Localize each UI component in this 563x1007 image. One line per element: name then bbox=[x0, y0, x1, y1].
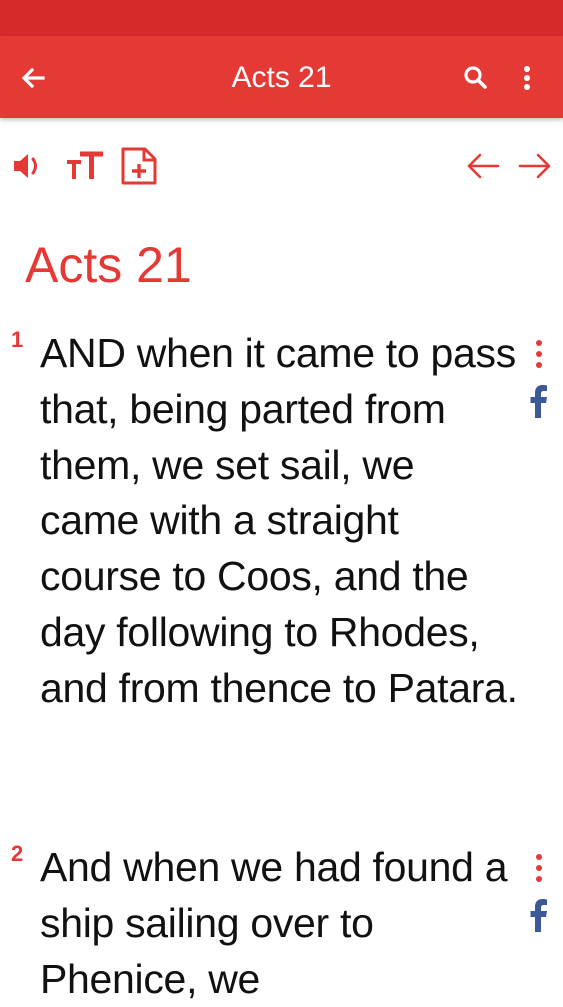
speaker-icon bbox=[14, 154, 37, 178]
verse-number: 2 bbox=[11, 841, 24, 866]
next-chapter-button[interactable] bbox=[514, 146, 556, 186]
more-vert-icon bbox=[536, 340, 542, 368]
verse-options-button[interactable] bbox=[525, 848, 553, 894]
verse-text[interactable]: And when we had found a ship sailing ove… bbox=[40, 840, 520, 1007]
text-size-button[interactable] bbox=[62, 146, 108, 186]
facebook-icon bbox=[530, 385, 547, 418]
add-note-button[interactable] bbox=[116, 146, 162, 186]
verse-number: 1 bbox=[11, 327, 24, 352]
arrow-left-icon bbox=[467, 153, 500, 179]
facebook-icon bbox=[530, 899, 547, 932]
verse-options-button[interactable] bbox=[525, 334, 553, 380]
text-size-icon bbox=[67, 151, 103, 179]
reader-toolbar bbox=[0, 138, 563, 194]
more-vert-icon bbox=[524, 66, 530, 90]
add-note-icon bbox=[121, 147, 157, 185]
arrow-right-icon bbox=[518, 153, 551, 179]
search-icon bbox=[464, 66, 487, 89]
verse-text[interactable]: AND when it came to pass that, being par… bbox=[40, 326, 520, 717]
previous-chapter-button[interactable] bbox=[462, 146, 504, 186]
facebook-share-button[interactable] bbox=[526, 896, 552, 936]
more-options-button[interactable] bbox=[512, 60, 542, 96]
back-button[interactable] bbox=[16, 60, 52, 96]
app-bar: Acts 21 bbox=[0, 36, 563, 118]
search-button[interactable] bbox=[458, 60, 494, 96]
chapter-title: Acts 21 bbox=[25, 237, 192, 293]
facebook-share-button[interactable] bbox=[526, 382, 552, 422]
status-bar bbox=[0, 0, 563, 36]
more-vert-icon bbox=[536, 854, 542, 882]
read-aloud-button[interactable] bbox=[8, 146, 50, 186]
arrow-back-icon bbox=[21, 67, 45, 89]
